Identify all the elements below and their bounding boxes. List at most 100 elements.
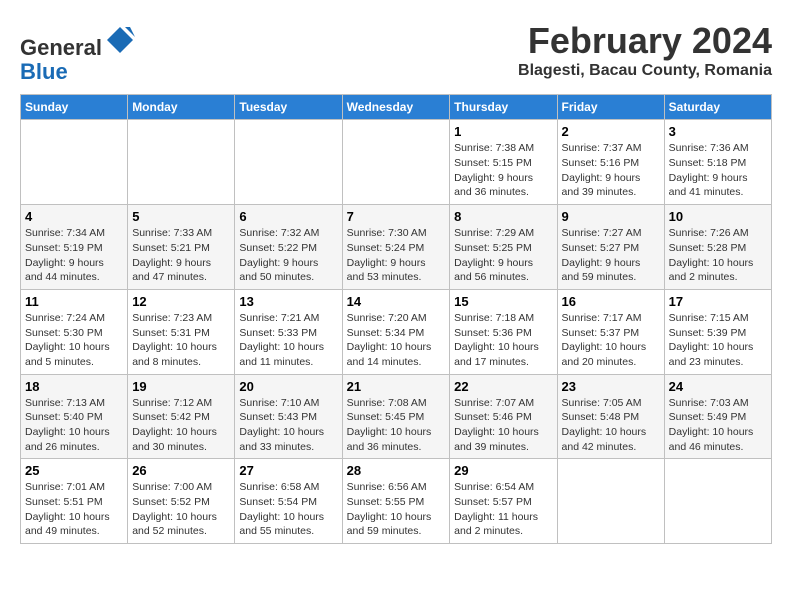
calendar-cell [235, 120, 342, 205]
calendar-header-saturday: Saturday [664, 95, 771, 120]
day-info: Sunrise: 7:38 AMSunset: 5:15 PMDaylight:… [454, 141, 552, 200]
day-info: Sunrise: 7:10 AMSunset: 5:43 PMDaylight:… [239, 396, 337, 455]
calendar-header-row: SundayMondayTuesdayWednesdayThursdayFrid… [21, 95, 772, 120]
calendar-header-sunday: Sunday [21, 95, 128, 120]
calendar-header-tuesday: Tuesday [235, 95, 342, 120]
day-info: Sunrise: 7:27 AMSunset: 5:27 PMDaylight:… [562, 226, 660, 285]
day-info: Sunrise: 7:15 AMSunset: 5:39 PMDaylight:… [669, 311, 767, 370]
calendar-cell: 19Sunrise: 7:12 AMSunset: 5:42 PMDayligh… [128, 374, 235, 459]
day-number: 18 [25, 379, 123, 394]
day-number: 23 [562, 379, 660, 394]
calendar-cell: 26 Sunrise: 7:00 AMSunset: 5:52 PMDayligh… [128, 459, 235, 544]
day-info: Sunrise: 7:20 AMSunset: 5:34 PMDaylight:… [347, 311, 446, 370]
calendar-header-wednesday: Wednesday [342, 95, 450, 120]
calendar-cell: 20 Sunrise: 7:10 AMSunset: 5:43 PMDayligh… [235, 374, 342, 459]
day-number: 24 [669, 379, 767, 394]
calendar-cell: 13 Sunrise: 7:21 AMSunset: 5:33 PMDayligh… [235, 289, 342, 374]
day-info: Sunrise: 7:37 AMSunset: 5:16 PMDaylight:… [562, 141, 660, 200]
logo-icon [105, 25, 135, 55]
calendar-cell: 24 Sunrise: 7:03 AMSunset: 5:49 PMDayligh… [664, 374, 771, 459]
day-info: Sunrise: 7:23 AMSunset: 5:31 PMDaylight:… [132, 311, 230, 370]
calendar-cell: 23 Sunrise: 7:05 AMSunset: 5:48 PMDayligh… [557, 374, 664, 459]
day-number: 27 [239, 463, 337, 478]
day-info: Sunrise: 7:36 AMSunset: 5:18 PMDaylight:… [669, 141, 767, 200]
calendar-week-4: 18 Sunrise: 7:13 AMSunset: 5:40 PMDayligh… [21, 374, 772, 459]
calendar-week-2: 4 Sunrise: 7:34 AMSunset: 5:19 PMDaylight… [21, 205, 772, 290]
day-number: 10 [669, 209, 767, 224]
day-number: 12 [132, 294, 230, 309]
calendar-cell [342, 120, 450, 205]
calendar-cell: 18 Sunrise: 7:13 AMSunset: 5:40 PMDayligh… [21, 374, 128, 459]
day-info: Sunrise: 6:56 AMSunset: 5:55 PMDaylight:… [347, 480, 446, 539]
day-info: Sunrise: 7:05 AMSunset: 5:48 PMDaylight:… [562, 396, 660, 455]
calendar-week-3: 11 Sunrise: 7:24 AMSunset: 5:30 PMDayligh… [21, 289, 772, 374]
calendar-cell: 22 Sunrise: 7:07 AMSunset: 5:46 PMDayligh… [450, 374, 557, 459]
day-number: 7 [347, 209, 446, 224]
day-info: Sunrise: 6:54 AMSunset: 5:57 PMDaylight:… [454, 480, 552, 539]
day-info: Sunrise: 7:29 AMSunset: 5:25 PMDaylight:… [454, 226, 552, 285]
calendar-table: SundayMondayTuesdayWednesdayThursdayFrid… [20, 94, 772, 544]
day-info: Sunrise: 7:08 AMSunset: 5:45 PMDaylight:… [347, 396, 446, 455]
calendar-cell: 15 Sunrise: 7:18 AMSunset: 5:36 PMDayligh… [450, 289, 557, 374]
day-info: Sunrise: 7:17 AMSunset: 5:37 PMDaylight:… [562, 311, 660, 370]
day-number: 16 [562, 294, 660, 309]
page-header: General Blue February 2024 Blagesti, Bac… [20, 20, 772, 84]
day-info: Sunrise: 7:07 AMSunset: 5:46 PMDaylight:… [454, 396, 552, 455]
day-number: 9 [562, 209, 660, 224]
calendar-cell: 7 Sunrise: 7:30 AMSunset: 5:24 PMDaylight… [342, 205, 450, 290]
calendar-cell: 16 Sunrise: 7:17 AMSunset: 5:37 PMDayligh… [557, 289, 664, 374]
calendar-cell: 1 Sunrise: 7:38 AMSunset: 5:15 PMDaylight… [450, 120, 557, 205]
day-info: Sunrise: 7:33 AMSunset: 5:21 PMDaylight:… [132, 226, 230, 285]
calendar-header-friday: Friday [557, 95, 664, 120]
day-info: Sunrise: 7:00 AMSunset: 5:52 PMDaylight:… [132, 480, 230, 539]
day-info: Sunrise: 7:24 AMSunset: 5:30 PMDaylight:… [25, 311, 123, 370]
day-number: 26 [132, 463, 230, 478]
day-number: 13 [239, 294, 337, 309]
day-info: Sunrise: 7:30 AMSunset: 5:24 PMDaylight:… [347, 226, 446, 285]
calendar-cell [21, 120, 128, 205]
day-number: 29 [454, 463, 552, 478]
calendar-cell: 25Sunrise: 7:01 AMSunset: 5:51 PMDayligh… [21, 459, 128, 544]
day-number: 20 [239, 379, 337, 394]
calendar-cell: 5 Sunrise: 7:33 AMSunset: 5:21 PMDaylight… [128, 205, 235, 290]
calendar-cell [557, 459, 664, 544]
day-number: 22 [454, 379, 552, 394]
calendar-cell [128, 120, 235, 205]
day-number: 2 [562, 124, 660, 139]
calendar-cell: 3Sunrise: 7:36 AMSunset: 5:18 PMDaylight… [664, 120, 771, 205]
day-number: 8 [454, 209, 552, 224]
day-number: 11 [25, 294, 123, 309]
day-number: 5 [132, 209, 230, 224]
calendar-cell: 10Sunrise: 7:26 AMSunset: 5:28 PMDayligh… [664, 205, 771, 290]
logo-blue-text: Blue [20, 59, 68, 84]
day-number: 14 [347, 294, 446, 309]
calendar-cell: 8 Sunrise: 7:29 AMSunset: 5:25 PMDaylight… [450, 205, 557, 290]
day-info: Sunrise: 7:03 AMSunset: 5:49 PMDaylight:… [669, 396, 767, 455]
calendar-cell: 21 Sunrise: 7:08 AMSunset: 5:45 PMDayligh… [342, 374, 450, 459]
logo-general-text: General [20, 35, 102, 60]
calendar-cell: 4 Sunrise: 7:34 AMSunset: 5:19 PMDaylight… [21, 205, 128, 290]
calendar-week-1: 1 Sunrise: 7:38 AMSunset: 5:15 PMDaylight… [21, 120, 772, 205]
day-info: Sunrise: 6:58 AMSunset: 5:54 PMDaylight:… [239, 480, 337, 539]
sub-title: Blagesti, Bacau County, Romania [518, 62, 772, 80]
calendar-cell: 17Sunrise: 7:15 AMSunset: 5:39 PMDayligh… [664, 289, 771, 374]
calendar-cell: 6 Sunrise: 7:32 AMSunset: 5:22 PMDaylight… [235, 205, 342, 290]
calendar-week-5: 25Sunrise: 7:01 AMSunset: 5:51 PMDayligh… [21, 459, 772, 544]
calendar-cell [664, 459, 771, 544]
day-number: 28 [347, 463, 446, 478]
day-number: 1 [454, 124, 552, 139]
logo: General Blue [20, 25, 135, 84]
day-number: 4 [25, 209, 123, 224]
day-info: Sunrise: 7:21 AMSunset: 5:33 PMDaylight:… [239, 311, 337, 370]
day-info: Sunrise: 7:01 AMSunset: 5:51 PMDaylight:… [25, 480, 123, 539]
day-info: Sunrise: 7:13 AMSunset: 5:40 PMDaylight:… [25, 396, 123, 455]
day-info: Sunrise: 7:18 AMSunset: 5:36 PMDaylight:… [454, 311, 552, 370]
calendar-cell: 2 Sunrise: 7:37 AMSunset: 5:16 PMDaylight… [557, 120, 664, 205]
day-info: Sunrise: 7:12 AMSunset: 5:42 PMDaylight:… [132, 396, 230, 455]
day-number: 21 [347, 379, 446, 394]
day-number: 6 [239, 209, 337, 224]
calendar-header-thursday: Thursday [450, 95, 557, 120]
day-info: Sunrise: 7:32 AMSunset: 5:22 PMDaylight:… [239, 226, 337, 285]
day-info: Sunrise: 7:34 AMSunset: 5:19 PMDaylight:… [25, 226, 123, 285]
day-number: 15 [454, 294, 552, 309]
